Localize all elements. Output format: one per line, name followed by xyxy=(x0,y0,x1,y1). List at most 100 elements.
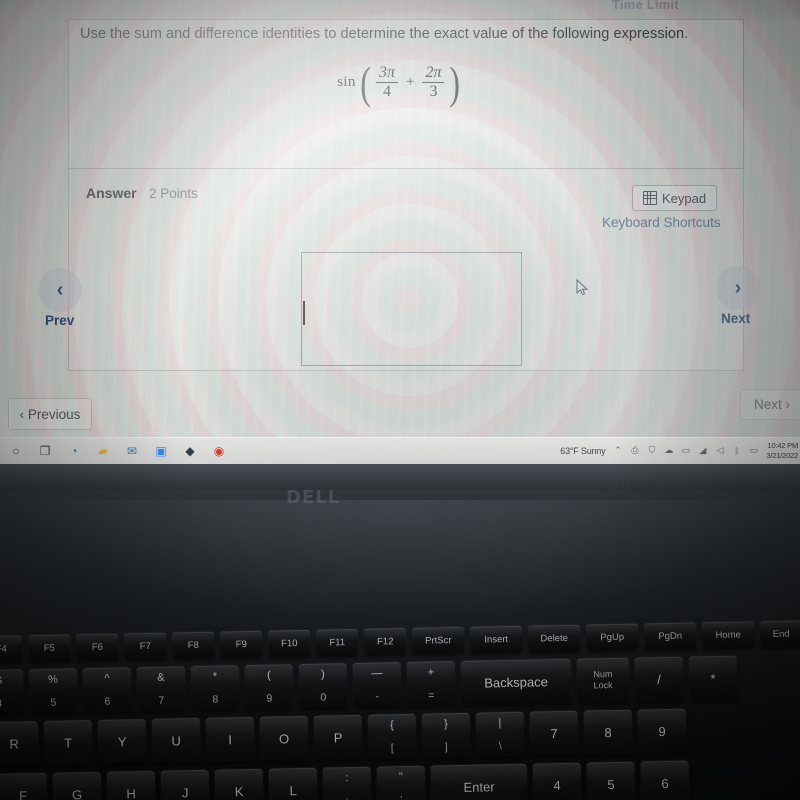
key-pgup[interactable]: PgUp xyxy=(585,623,639,651)
key-{[interactable]: {[ xyxy=(367,713,417,759)
key-g[interactable]: G xyxy=(52,771,102,800)
key-r[interactable]: R xyxy=(0,721,39,766)
key-k[interactable]: K xyxy=(214,768,264,800)
key-f12[interactable]: F12 xyxy=(364,627,407,655)
display-icon[interactable]: ▭ xyxy=(680,445,691,456)
onedrive-sync-icon[interactable]: ☁ xyxy=(663,445,674,456)
key-num-lock[interactable]: Num Lock xyxy=(576,657,630,703)
key-|[interactable]: | \ xyxy=(475,711,525,757)
sin-function-label: sin xyxy=(337,74,356,91)
key-8[interactable]: * 8 xyxy=(190,665,240,711)
mail-icon[interactable]: ✉ xyxy=(124,443,140,459)
key-6[interactable]: ^ 6 xyxy=(82,667,132,713)
key-l[interactable]: L xyxy=(268,767,318,800)
key-numpad-5[interactable]: 5 xyxy=(586,761,636,800)
key--[interactable]: — - xyxy=(352,662,402,708)
key-highlight xyxy=(205,716,255,762)
key-numpad-divide[interactable]: / xyxy=(634,656,684,702)
key-numpad-multiply[interactable]: * xyxy=(688,655,738,701)
clock-widget[interactable]: 10:42 PM 3/21/2022 xyxy=(766,441,798,460)
key-o[interactable]: O xyxy=(259,715,309,761)
keyboard-qwerty-row[interactable]: R T Y U I O P{[}] | \ 7 8 9 xyxy=(0,708,692,766)
edge-browser-icon[interactable]: ◔ xyxy=(66,443,82,459)
key-4[interactable]: $4 xyxy=(0,669,24,715)
printer-icon[interactable]: ⎙ xyxy=(629,445,640,456)
keypad-button[interactable]: Keypad xyxy=(632,185,717,211)
key-f10[interactable]: F10 xyxy=(268,629,311,657)
key-f8[interactable]: F8 xyxy=(172,631,215,659)
key-7[interactable]: & 7 xyxy=(136,666,186,712)
battery-icon[interactable]: ▭ xyxy=(748,445,759,456)
key-f5[interactable]: F5 xyxy=(28,634,71,662)
key-i[interactable]: I xyxy=(205,716,255,762)
key-shift-label: { xyxy=(389,719,394,732)
network-icon[interactable]: ◢ xyxy=(697,445,708,456)
key-t[interactable]: T xyxy=(43,720,93,765)
key-numpad-7[interactable]: 7 xyxy=(529,710,579,756)
footer-next-button[interactable]: Next › xyxy=(740,389,800,420)
key-insert[interactable]: Insert xyxy=(469,625,523,653)
next-question-button[interactable]: › xyxy=(716,266,760,310)
next-label[interactable]: Next xyxy=(721,311,750,326)
search-icon[interactable]: ○ xyxy=(8,443,24,459)
laptop-keyboard[interactable]: F4 F5 F6 F7 F8 F9 F10 F11 F12 PrtScr Insert Delete P… xyxy=(0,620,800,800)
key-f6[interactable]: F6 xyxy=(76,633,119,661)
keyboard-number-row[interactable]: $4% 5 ^ 6 & 7 * 8(9) 0— - + = Backspace Num Lock / * xyxy=(0,655,743,715)
key-shift-label: * xyxy=(212,670,218,683)
key-base-label: 9 xyxy=(266,692,273,705)
key-f9[interactable]: F9 xyxy=(220,630,263,658)
key-9[interactable]: (9 xyxy=(244,664,294,710)
key-numpad-8[interactable]: 8 xyxy=(583,709,633,755)
key-f7[interactable]: F7 xyxy=(124,632,167,660)
chrome-browser-icon[interactable]: ◉ xyxy=(211,443,227,459)
keyboard-home-row[interactable]: FGHJKL:;"'Enter456 xyxy=(0,760,695,800)
bluetooth-icon[interactable]: ᛒ xyxy=(731,445,742,456)
task-view-icon[interactable]: ❐ xyxy=(37,443,53,459)
key-u[interactable]: U xyxy=(151,717,201,763)
weather-widget[interactable]: 63°F Sunny xyxy=(560,446,605,456)
app-diamond-icon[interactable]: ◆ xyxy=(182,443,198,459)
key-f[interactable]: F xyxy=(0,772,48,800)
key-'[interactable]: "' xyxy=(376,765,426,800)
answer-input[interactable] xyxy=(301,252,522,366)
zoom-meeting-icon[interactable]: ▣ xyxy=(153,443,169,459)
key-y[interactable]: Y xyxy=(97,718,147,764)
key-base-label: 6 xyxy=(104,695,111,708)
key-home[interactable]: Home xyxy=(701,621,755,649)
key-pgdn[interactable]: PgDn xyxy=(643,622,697,650)
key-numpad-4[interactable]: 4 xyxy=(532,762,582,800)
key-numpad-9[interactable]: 9 xyxy=(637,708,687,754)
prev-question-button[interactable]: ‹ xyxy=(38,268,82,312)
key-0[interactable]: ) 0 xyxy=(298,663,348,709)
key-highlight xyxy=(460,658,572,705)
key-f11[interactable]: F11 xyxy=(316,628,359,656)
key-highlight xyxy=(640,760,690,800)
keyboard-shortcuts-link[interactable]: Keyboard Shortcuts xyxy=(602,215,721,230)
file-explorer-icon[interactable]: ▰ xyxy=(95,443,111,459)
security-alert-icon[interactable]: ⛉ xyxy=(646,445,657,456)
key-=[interactable]: + = xyxy=(406,661,456,706)
key-}[interactable]: }] xyxy=(421,712,471,758)
key-numpad-6[interactable]: 6 xyxy=(640,760,690,800)
key-j[interactable]: J xyxy=(160,769,210,800)
key-shift-label: } xyxy=(443,718,448,731)
taskbar-app-icons: ○ ❐ ◔ ▰ ✉ ▣ ◆ ◉ xyxy=(4,437,227,464)
key-5[interactable]: % 5 xyxy=(28,668,78,714)
key-delete[interactable]: Delete xyxy=(527,624,581,652)
key-highlight xyxy=(259,715,309,761)
key-h[interactable]: H xyxy=(106,770,156,800)
footer-previous-button[interactable]: ‹ Previous xyxy=(8,398,92,430)
key-prtscr[interactable]: PrtScr xyxy=(411,626,465,654)
key-enter[interactable]: Enter xyxy=(430,763,528,800)
key-;[interactable]: :; xyxy=(322,766,372,800)
key-end[interactable]: End xyxy=(759,620,800,648)
key-f4[interactable]: F4 xyxy=(0,635,23,663)
key-backspace[interactable]: Backspace xyxy=(460,658,572,705)
dell-logo: DELL xyxy=(286,487,341,508)
key-highlight xyxy=(0,669,24,715)
key-p[interactable]: P xyxy=(313,714,363,760)
prev-label[interactable]: Prev xyxy=(45,313,74,328)
show-hidden-icons-chevron[interactable]: ⌃ xyxy=(612,445,623,456)
key-highlight xyxy=(586,761,636,800)
volume-icon[interactable]: ◁ xyxy=(714,445,725,456)
